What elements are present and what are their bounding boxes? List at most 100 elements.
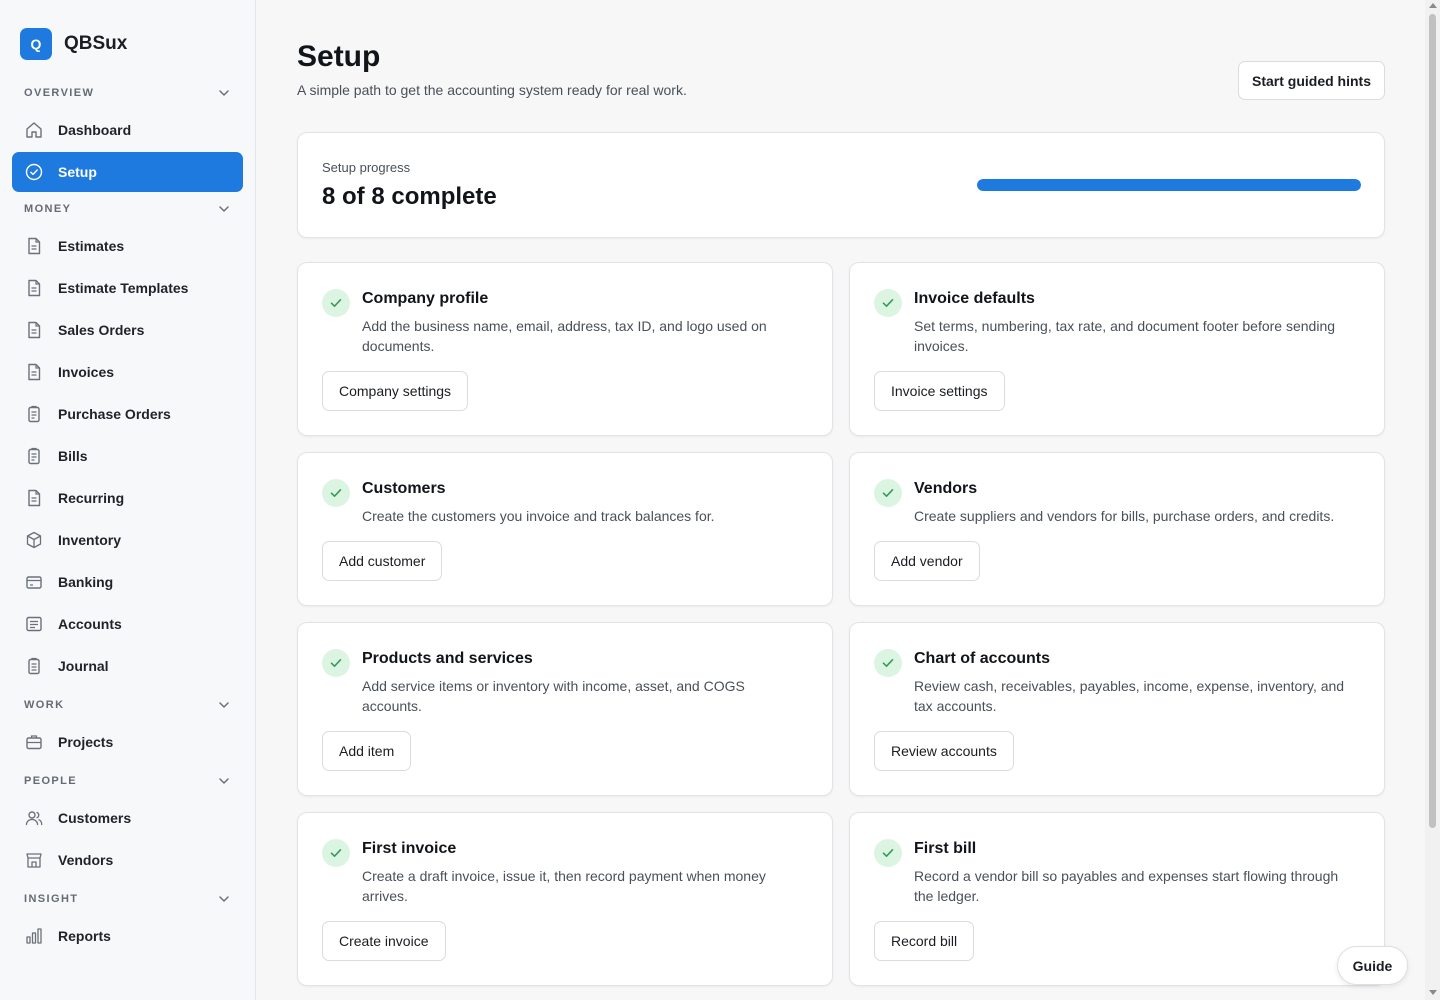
task-description: Add service items or inventory with inco… — [362, 678, 745, 714]
section-overview[interactable]: OVERVIEW — [12, 78, 243, 108]
sidebar-item-journal[interactable]: Journal — [12, 646, 243, 686]
section-work[interactable]: WORK — [12, 690, 243, 720]
sidebar-item-label: Dashboard — [58, 122, 132, 138]
sidebar-item-bills[interactable]: Bills — [12, 436, 243, 476]
invoice-settings-button[interactable]: Invoice settings — [874, 371, 1005, 411]
check-circle — [322, 289, 350, 317]
task-description: Create suppliers and vendors for bills, … — [914, 508, 1335, 524]
bank-card-icon — [26, 576, 42, 589]
checkmark-icon — [330, 849, 342, 857]
sidebar-item-label: Accounts — [58, 616, 122, 632]
task-description: Create a draft invoice, issue it, then r… — [362, 868, 766, 904]
sidebar-item-reports[interactable]: Reports — [12, 916, 243, 956]
check-circle — [874, 289, 902, 317]
start-guided-hints-button[interactable]: Start guided hints — [1238, 61, 1385, 100]
home-icon — [26, 122, 42, 138]
company-settings-button[interactable]: Company settings — [322, 371, 469, 411]
sidebar-item-banking[interactable]: Banking — [12, 562, 243, 602]
sidebar-item-vendors[interactable]: Vendors — [12, 840, 243, 880]
sidebar-item-inventory[interactable]: Inventory — [12, 520, 243, 560]
sidebar-item-label: Inventory — [58, 532, 122, 548]
setup-progress-card: Setup progress 8 of 8 complete — [297, 132, 1385, 238]
sidebar-item-estimate-templates[interactable]: Estimate Templates — [12, 268, 243, 308]
sidebar-item-setup[interactable]: Setup — [12, 152, 243, 192]
document-icon — [28, 279, 41, 297]
checkmark-icon — [882, 299, 894, 307]
page-scrollbar[interactable] — [1425, 0, 1440, 1000]
scrollbar-thumb[interactable] — [1429, 14, 1436, 828]
checkmark-icon — [330, 659, 342, 667]
briefcase-icon — [26, 735, 42, 750]
users-icon — [25, 811, 43, 826]
scroll-down-arrow-icon[interactable] — [1429, 990, 1437, 995]
brand[interactable]: Q QBSux — [0, 0, 255, 64]
task-title: First invoice — [362, 840, 457, 857]
check-circle — [322, 479, 350, 507]
task-card-vendors: Vendors Create suppliers and vendors for… — [849, 452, 1385, 606]
sidebar-nav: OVERVIEW Dashboard Setup MONEY Estimates… — [0, 64, 255, 956]
sidebar-item-label: Estimates — [58, 238, 125, 254]
sidebar-item-label: Purchase Orders — [58, 406, 171, 422]
progress-bar-fill — [977, 179, 1361, 191]
journal-icon — [28, 657, 40, 675]
task-description: Add the business name, email, address, t… — [362, 318, 767, 354]
sidebar-item-label: Reports — [58, 928, 111, 944]
progress-label: Setup progress — [322, 160, 411, 175]
sidebar-item-label: Banking — [58, 574, 114, 590]
clipboard-icon — [28, 447, 40, 465]
task-card-first-bill: First bill Record a vendor bill so payab… — [849, 812, 1385, 986]
add-vendor-button[interactable]: Add vendor — [874, 541, 980, 581]
sidebar-item-projects[interactable]: Projects — [12, 722, 243, 762]
sidebar-item-purchase-orders[interactable]: Purchase Orders — [12, 394, 243, 434]
chevron-down-icon — [219, 702, 229, 708]
chevron-down-icon — [219, 206, 229, 212]
sidebar-item-sales-orders[interactable]: Sales Orders — [12, 310, 243, 350]
task-title: Chart of accounts — [914, 650, 1051, 667]
record-bill-button[interactable]: Record bill — [874, 921, 975, 961]
sidebar-item-label: Sales Orders — [58, 322, 145, 338]
sidebar-item-label: Projects — [58, 734, 114, 750]
bar-chart-icon — [26, 928, 42, 944]
sidebar-item-estimates[interactable]: Estimates — [12, 226, 243, 266]
section-label: WORK — [24, 699, 65, 711]
check-circle — [874, 839, 902, 867]
sidebar-item-customers[interactable]: Customers — [12, 798, 243, 838]
create-invoice-button[interactable]: Create invoice — [322, 921, 446, 961]
task-card-invoice-defaults: Invoice defaults Set terms, numbering, t… — [849, 262, 1385, 436]
sidebar-item-label: Estimate Templates — [58, 280, 189, 296]
checkmark-icon — [882, 849, 894, 857]
document-icon — [28, 237, 41, 255]
check-circle — [874, 649, 902, 677]
section-people[interactable]: PEOPLE — [12, 766, 243, 796]
add-item-button[interactable]: Add item — [322, 731, 412, 771]
clipboard-icon — [28, 405, 40, 423]
task-description: Create the customers you invoice and tra… — [362, 508, 715, 524]
guide-button[interactable]: Guide — [1337, 946, 1408, 985]
document-icon — [28, 321, 41, 339]
section-money[interactable]: MONEY — [12, 194, 243, 224]
ledger-icon — [26, 616, 42, 632]
section-insight[interactable]: INSIGHT — [12, 884, 243, 914]
chevron-down-icon — [219, 778, 229, 784]
brand-logo: Q — [20, 28, 52, 60]
task-title: Vendors — [914, 480, 978, 497]
task-card-products-services: Products and services Add service items … — [297, 622, 833, 796]
section-label: INSIGHT — [24, 893, 79, 905]
sidebar-item-accounts[interactable]: Accounts — [12, 604, 243, 644]
task-card-first-invoice: First invoice Create a draft invoice, is… — [297, 812, 833, 986]
sidebar-item-recurring[interactable]: Recurring — [12, 478, 243, 518]
document-icon — [28, 363, 41, 381]
checkmark-icon — [330, 299, 342, 307]
check-circle — [322, 649, 350, 677]
sidebar-item-invoices[interactable]: Invoices — [12, 352, 243, 392]
sidebar-item-label: Customers — [58, 810, 132, 826]
add-customer-button[interactable]: Add customer — [322, 541, 443, 581]
review-accounts-button[interactable]: Review accounts — [874, 731, 1014, 771]
section-label: OVERVIEW — [24, 87, 95, 99]
section-label: PEOPLE — [24, 775, 78, 787]
scroll-up-arrow-icon[interactable] — [1429, 3, 1437, 8]
sidebar-item-label: Vendors — [58, 852, 114, 868]
task-title: Company profile — [362, 290, 489, 307]
task-card-company-profile: Company profile Add the business name, e… — [297, 262, 833, 436]
sidebar-item-dashboard[interactable]: Dashboard — [12, 110, 243, 150]
